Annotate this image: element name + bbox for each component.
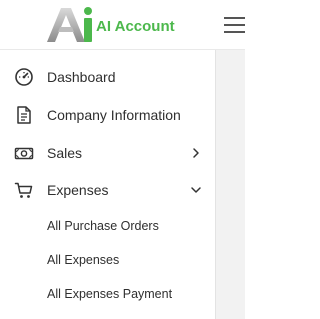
hamburger-icon[interactable] <box>224 17 245 33</box>
app-header: AI Account <box>0 0 245 50</box>
submenu-item-all-purchase-orders[interactable]: All Purchase Orders <box>0 213 214 239</box>
brand-logo[interactable] <box>44 4 96 44</box>
chevron-right-icon <box>193 148 199 158</box>
submenu-item-label: All Expenses Payment <box>47 287 173 301</box>
sidebar-item-label: Sales <box>47 145 83 161</box>
sidebar-item-expenses[interactable]: Expenses <box>0 175 214 205</box>
sidebar-item-dashboard[interactable]: Dashboard <box>0 62 214 92</box>
sidebar-item-sales[interactable]: Sales <box>0 138 214 168</box>
chevron-down-icon <box>191 187 201 193</box>
sidebar-item-label: Dashboard <box>47 69 116 85</box>
brand-name: AI Account <box>96 18 175 35</box>
document-icon <box>17 106 31 124</box>
money-icon <box>14 147 34 160</box>
submenu-item-label: All Purchase Orders <box>47 219 159 233</box>
content-area <box>215 50 245 319</box>
sidebar-item-label: Expenses <box>47 182 109 198</box>
submenu-item-all-expenses-payment[interactable]: All Expenses Payment <box>0 281 214 307</box>
submenu-item-label: All Expenses <box>47 253 120 267</box>
cart-icon <box>14 182 33 198</box>
speedometer-icon <box>15 68 33 86</box>
submenu-item-all-expenses[interactable]: All Expenses <box>0 247 214 273</box>
sidebar-item-company-information[interactable]: Company Information <box>0 100 214 130</box>
sidebar-item-label: Company Information <box>47 107 181 123</box>
